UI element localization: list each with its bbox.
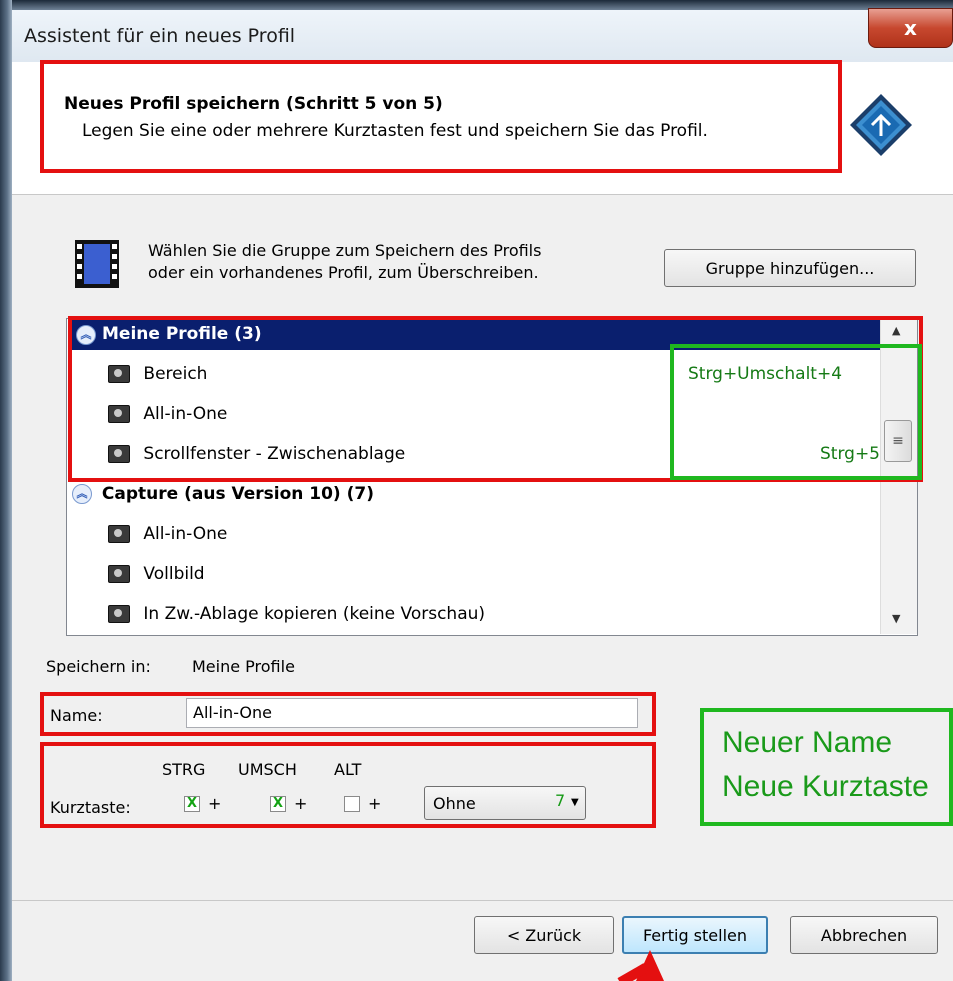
- add-group-button[interactable]: Gruppe hinzufügen...: [664, 249, 916, 287]
- collapse-chevron-icon[interactable]: ︽: [72, 484, 92, 504]
- cancel-button[interactable]: Abbrechen: [790, 916, 938, 954]
- annotation-green-shortcuts: [670, 344, 922, 480]
- profile-name: In Zw.-Ablage kopieren (keine Vorschau): [143, 604, 486, 624]
- save-in-label: Speichern in:: [46, 657, 151, 676]
- window-border-top: [12, 0, 953, 10]
- note-line2: Neue Kurztaste: [722, 770, 929, 803]
- camera-icon: [108, 565, 130, 583]
- camera-icon: [108, 525, 130, 543]
- red-arrow-icon: [617, 950, 664, 981]
- annotation-red-shortcut: [40, 742, 656, 828]
- profile-name: Vollbild: [143, 564, 205, 584]
- finish-button[interactable]: Fertig stellen: [622, 916, 768, 954]
- camera-icon: [108, 605, 130, 623]
- group-row[interactable]: ︽ Capture (aus Version 10) (7): [72, 484, 374, 504]
- note-line1: Neuer Name: [722, 726, 893, 759]
- window-border-left: [0, 0, 12, 981]
- list-item[interactable]: In Zw.-Ablage kopieren (keine Vorschau): [108, 604, 485, 624]
- film-strip-icon: [75, 240, 119, 288]
- footer-separator: [12, 900, 953, 901]
- annotation-red-header: [40, 60, 842, 173]
- group-name: Capture (aus Version 10) (7): [101, 484, 374, 504]
- group-instructions-line2: oder ein vorhandenes Profil, zum Übersch…: [148, 263, 539, 282]
- annotation-green-note: Neuer Name Neue Kurztaste: [700, 708, 953, 826]
- window-title: Assistent für ein neues Profil: [24, 25, 296, 47]
- profile-name: All-in-One: [143, 524, 228, 544]
- list-item[interactable]: All-in-One: [108, 524, 227, 544]
- close-button[interactable]: x: [868, 8, 953, 48]
- list-item[interactable]: Vollbild: [108, 564, 205, 584]
- annotation-red-name: [40, 692, 656, 736]
- group-instructions-line1: Wählen Sie die Gruppe zum Speichern des …: [148, 241, 542, 260]
- app-logo-icon: [850, 94, 912, 156]
- back-button[interactable]: < Zurück: [474, 916, 614, 954]
- group-instructions: Wählen Sie die Gruppe zum Speichern des …: [148, 240, 541, 284]
- scroll-down-arrow-icon[interactable]: ▼: [892, 612, 900, 625]
- save-in-value: Meine Profile: [192, 657, 295, 676]
